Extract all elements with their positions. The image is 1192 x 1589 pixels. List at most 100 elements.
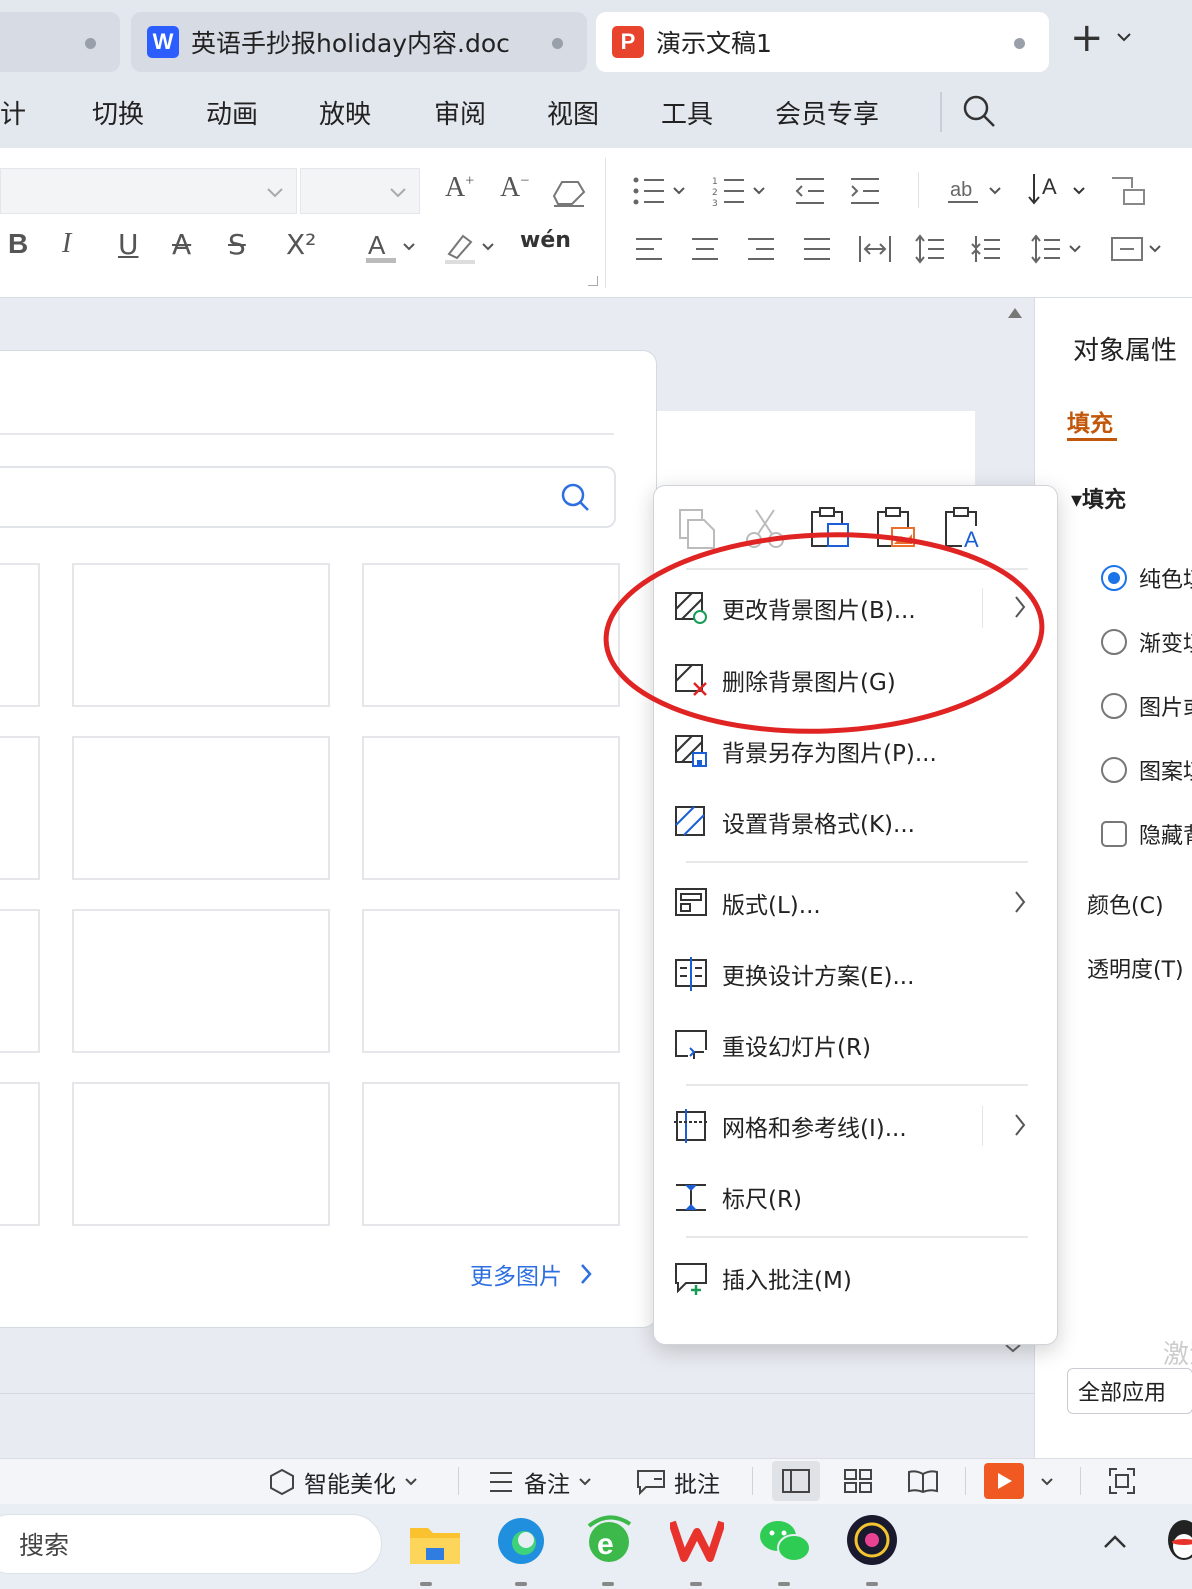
image-thumbnail[interactable] [362, 909, 620, 1053]
increase-indent-icon[interactable] [849, 176, 881, 206]
menu-tab-member[interactable]: 会员专享 [775, 94, 879, 131]
bold-button[interactable]: B [8, 228, 28, 260]
menu-tab-view[interactable]: 视图 [547, 94, 599, 131]
apply-all-button[interactable]: 全部应用 [1067, 1368, 1192, 1414]
tab-word-document[interactable]: W 英语手抄报holiday内容.doc [131, 12, 587, 72]
menu-tab-animation[interactable]: 动画 [206, 94, 258, 131]
text-direction-icon[interactable]: ab [948, 174, 1004, 208]
comments-button[interactable]: 批注 [636, 1465, 720, 1499]
font-dialog-launcher[interactable] [588, 276, 598, 286]
strike-button[interactable]: A [172, 228, 191, 261]
justify-icon[interactable] [802, 236, 832, 262]
phonetic-button[interactable]: wén [520, 228, 571, 253]
wechat-icon[interactable] [758, 1518, 812, 1564]
menu-item-change-design[interactable]: 更换设计方案(E)... [674, 944, 1039, 1004]
tray-expand-icon[interactable] [1103, 1534, 1127, 1550]
grid-view-icon[interactable] [844, 1469, 872, 1493]
menu-tab-design[interactable]: 计 [0, 94, 26, 131]
scroll-up-icon[interactable] [1008, 308, 1022, 318]
menu-tab-tools[interactable]: 工具 [661, 94, 713, 131]
clear-format-icon[interactable] [552, 178, 586, 208]
paragraph-spacing-icon[interactable] [1110, 234, 1166, 264]
ie-browser-icon[interactable]: e [584, 1514, 634, 1568]
image-thumbnail[interactable] [362, 563, 620, 707]
font-grow-icon[interactable]: A+ [445, 172, 474, 204]
cut-icon[interactable] [744, 508, 786, 550]
image-thumbnail[interactable] [72, 563, 330, 707]
reading-view-icon[interactable] [908, 1469, 938, 1493]
text-align-vertical-icon[interactable]: A [1028, 172, 1088, 210]
menu-tab-slideshow[interactable]: 放映 [319, 94, 371, 131]
tab-presentation[interactable]: P 演示文稿1 [596, 12, 1049, 72]
paste-picture-icon[interactable] [874, 506, 918, 550]
image-thumbnail[interactable] [72, 736, 330, 880]
menu-item-insert-comment[interactable]: 插入批注(M) [674, 1248, 1039, 1308]
line-spacing-down-icon[interactable] [970, 234, 1002, 264]
menu-tab-review[interactable]: 审阅 [434, 94, 486, 131]
normal-view-button[interactable] [772, 1461, 820, 1501]
menu-item-save-background[interactable]: 背景另存为图片(P)... [674, 721, 1039, 781]
wps-office-icon[interactable] [670, 1518, 724, 1564]
search-icon[interactable] [962, 94, 996, 128]
smart-beautify-button[interactable]: 智能美化 [268, 1465, 418, 1499]
menu-item-ruler[interactable]: 标尺(R) [674, 1167, 1039, 1227]
notes-button[interactable]: 备注 [488, 1465, 592, 1499]
font-shrink-icon[interactable]: A− [500, 172, 529, 204]
distribute-icon[interactable] [858, 234, 892, 264]
align-center-icon[interactable] [690, 236, 720, 262]
hide-background-checkbox[interactable]: 隐藏背 [1099, 818, 1192, 850]
image-thumbnail[interactable] [362, 1082, 620, 1226]
more-images-link[interactable]: 更多图片 [470, 1257, 592, 1291]
decrease-indent-icon[interactable] [794, 176, 826, 206]
edge-browser-icon[interactable] [496, 1516, 546, 1566]
tab-dropdown-icon[interactable] [1116, 32, 1132, 42]
bullet-list-icon[interactable] [632, 174, 688, 208]
superscript-button[interactable]: X² [286, 228, 316, 261]
file-explorer-icon[interactable] [408, 1518, 462, 1568]
menu-item-background-format[interactable]: 设置背景格式(K)... [674, 792, 1039, 852]
new-tab-button[interactable]: + [1070, 18, 1104, 58]
image-thumbnail[interactable] [0, 736, 40, 880]
menu-item-grid-guides[interactable]: 网格和参考线(I)... [674, 1096, 1039, 1156]
paste-icon[interactable] [808, 506, 852, 550]
tab-hidden[interactable] [0, 12, 120, 72]
taskbar-search-box[interactable]: 搜索 [0, 1514, 382, 1574]
play-options-icon[interactable] [1040, 1477, 1054, 1487]
image-search-input[interactable] [0, 466, 616, 528]
radio-gradient-fill[interactable]: 渐变填 [1099, 626, 1192, 658]
shadow-button[interactable]: S [228, 228, 246, 261]
numbered-list-icon[interactable]: 123 [712, 174, 768, 208]
menu-item-change-background[interactable]: 更改背景图片(B)... [674, 578, 1039, 638]
media-app-icon[interactable] [846, 1514, 898, 1566]
tab-fill[interactable]: 填充 [1067, 404, 1113, 438]
image-thumbnail[interactable] [0, 1082, 40, 1226]
align-right-icon[interactable] [746, 236, 776, 262]
paste-text-icon[interactable]: A [942, 506, 986, 550]
italic-button[interactable]: I [62, 228, 71, 260]
fit-window-icon[interactable] [1108, 1467, 1136, 1495]
radio-pattern-fill[interactable]: 图案填 [1099, 754, 1192, 786]
radio-solid-fill[interactable]: 纯色填 [1099, 562, 1192, 594]
image-thumbnail[interactable] [0, 909, 40, 1053]
underline-button[interactable]: U [118, 228, 139, 261]
font-color-icon[interactable]: A [366, 230, 416, 266]
menu-item-reset-slide[interactable]: 重设幻灯片(R) [674, 1015, 1039, 1075]
image-thumbnail[interactable] [0, 563, 40, 707]
image-thumbnail[interactable] [72, 1082, 330, 1226]
highlight-icon[interactable] [445, 230, 495, 266]
radio-picture-fill[interactable]: 图片或 [1099, 690, 1192, 722]
image-thumbnail[interactable] [72, 909, 330, 1053]
image-thumbnail[interactable] [362, 736, 620, 880]
play-slideshow-button[interactable] [984, 1463, 1024, 1499]
font-name-select[interactable] [0, 168, 297, 214]
font-size-select[interactable] [300, 168, 420, 214]
menu-item-delete-background[interactable]: 删除背景图片(G) [674, 650, 1039, 710]
align-left-icon[interactable] [634, 236, 664, 262]
slide-canvas[interactable] [655, 411, 975, 496]
menu-item-layout[interactable]: 版式(L)... [674, 873, 1039, 933]
line-spacing-up-icon[interactable] [914, 234, 946, 264]
convert-shape-icon[interactable] [1110, 174, 1146, 208]
menu-tab-transition[interactable]: 切换 [92, 94, 144, 131]
copy-icon[interactable] [676, 508, 718, 550]
line-spacing-icon[interactable] [1030, 234, 1086, 264]
